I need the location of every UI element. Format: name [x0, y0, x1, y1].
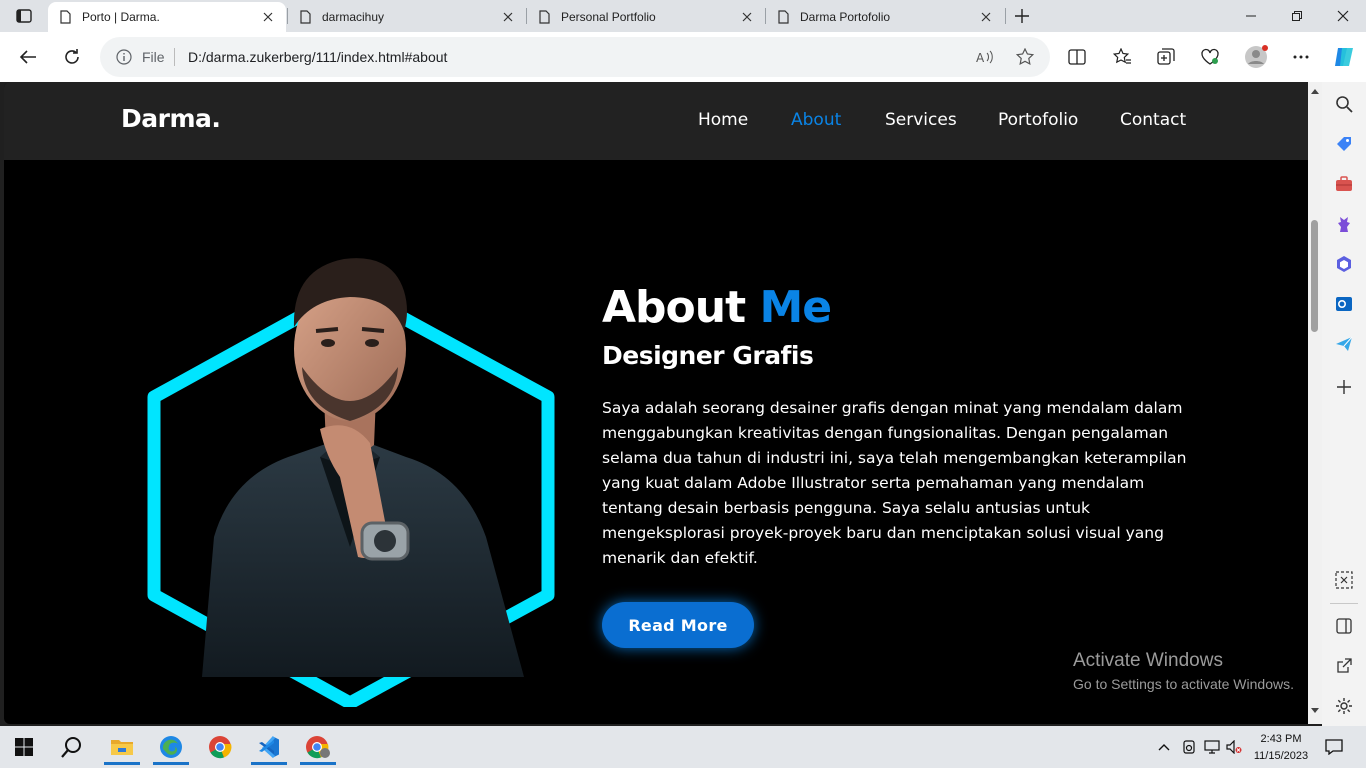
- about-heading-accent: Me: [759, 282, 832, 333]
- nav-portofolio[interactable]: Portofolio: [998, 110, 1078, 130]
- edge-sidebar: [1322, 82, 1366, 726]
- tab-divider: [1005, 8, 1006, 24]
- drop-send-icon[interactable]: [1332, 332, 1356, 356]
- close-icon[interactable]: [500, 9, 516, 25]
- clock-date: 11/15/2023: [1253, 750, 1309, 762]
- vscode-icon[interactable]: [249, 729, 289, 765]
- scroll-down-icon[interactable]: [1311, 708, 1319, 714]
- tab-strip: Porto | Darma. darmacihuy Personal Portf…: [0, 0, 1366, 32]
- open-external-icon[interactable]: [1332, 654, 1356, 678]
- tab-title: Porto | Darma.: [82, 10, 160, 24]
- close-icon[interactable]: [739, 9, 755, 25]
- page-viewport: Darma. Home About Services Portofolio Co…: [4, 82, 1308, 724]
- start-windows-icon[interactable]: [4, 729, 44, 765]
- chrome-icon[interactable]: [200, 729, 240, 765]
- more-options-icon[interactable]: [1285, 41, 1317, 73]
- sidebar-divider: [1330, 603, 1358, 604]
- copilot-icon[interactable]: [1328, 41, 1360, 73]
- clock-time: 2:43 PM: [1260, 733, 1302, 745]
- page-icon: [60, 10, 71, 24]
- restore-icon[interactable]: [1274, 0, 1320, 32]
- site-header: Darma. Home About Services Portofolio Co…: [4, 82, 1308, 160]
- system-clock[interactable]: 2:43 PM 11/15/2023: [1248, 731, 1314, 765]
- notifications-icon[interactable]: [1325, 738, 1343, 756]
- favorite-star-icon[interactable]: [1015, 47, 1035, 67]
- address-divider: [174, 48, 175, 66]
- back-icon[interactable]: [12, 41, 44, 73]
- close-window-icon[interactable]: [1320, 0, 1366, 32]
- tab-title: Personal Portfolio: [561, 10, 656, 24]
- page-icon: [300, 10, 311, 24]
- url-text[interactable]: D:/darma.zukerberg/111/index.html#about: [188, 49, 447, 65]
- about-heading: About Me: [602, 282, 832, 333]
- file-explorer-icon[interactable]: [102, 729, 142, 765]
- tab-darma-portofolio[interactable]: Darma Portofolio: [766, 2, 1004, 32]
- minimize-icon[interactable]: [1228, 0, 1274, 32]
- network-icon[interactable]: [1204, 739, 1220, 755]
- address-bar[interactable]: File D:/darma.zukerberg/111/index.html#a…: [100, 37, 1050, 77]
- edge-browser-icon[interactable]: [151, 729, 191, 765]
- collections-icon[interactable]: [1150, 41, 1182, 73]
- games-icon[interactable]: [1332, 212, 1356, 236]
- settings-gear-icon[interactable]: [1332, 694, 1356, 718]
- tab-title: Darma Portofolio: [800, 10, 891, 24]
- about-subtitle: Designer Grafis: [602, 341, 814, 370]
- scroll-thumb[interactable]: [1311, 220, 1318, 332]
- new-tab-icon[interactable]: [1010, 4, 1034, 28]
- watermark-subtitle: Go to Settings to activate Windows.: [1073, 676, 1294, 692]
- search-icon[interactable]: [1332, 92, 1356, 116]
- watermark-title: Activate Windows: [1073, 650, 1223, 671]
- volume-muted-icon[interactable]: [1226, 739, 1242, 755]
- close-icon[interactable]: [260, 9, 276, 25]
- tab-darmacihuy[interactable]: darmacihuy: [288, 2, 526, 32]
- refresh-icon[interactable]: [56, 41, 88, 73]
- read-more-button[interactable]: Read More: [602, 602, 754, 648]
- outlook-icon[interactable]: [1332, 292, 1356, 316]
- close-icon[interactable]: [978, 9, 994, 25]
- nav-home[interactable]: Home: [698, 110, 748, 130]
- profile-photo: [147, 258, 555, 707]
- page-scrollbar[interactable]: [1308, 82, 1322, 724]
- tab-personal-portfolio[interactable]: Personal Portfolio: [527, 2, 765, 32]
- scroll-up-icon[interactable]: [1311, 88, 1319, 94]
- search-icon[interactable]: [52, 729, 92, 765]
- about-heading-main: About: [602, 282, 760, 333]
- site-logo[interactable]: Darma.: [121, 104, 221, 133]
- split-screen-icon[interactable]: [1061, 41, 1093, 73]
- device-icon[interactable]: [1181, 739, 1197, 755]
- svg-text:A: A: [976, 51, 985, 64]
- about-paragraph: Saya adalah seorang desainer grafis deng…: [602, 399, 1187, 567]
- activate-windows-watermark: Activate Windows Go to Settings to activ…: [1073, 650, 1294, 692]
- tab-title: darmacihuy: [322, 10, 385, 24]
- tools-icon[interactable]: [1332, 172, 1356, 196]
- nav-services[interactable]: Services: [885, 110, 957, 130]
- nav-contact[interactable]: Contact: [1120, 110, 1186, 130]
- add-sidebar-app-icon[interactable]: [1332, 375, 1356, 399]
- browser-essentials-icon[interactable]: [1194, 41, 1226, 73]
- favorites-icon[interactable]: [1106, 41, 1138, 73]
- screenshot-icon[interactable]: [1332, 568, 1356, 592]
- tab-porto-darma[interactable]: Porto | Darma.: [48, 2, 286, 32]
- chrome-profile-icon[interactable]: [298, 729, 338, 765]
- page-icon: [778, 10, 789, 24]
- shopping-tag-icon[interactable]: [1332, 132, 1356, 156]
- show-hidden-icons-chevron-icon[interactable]: [1156, 739, 1172, 755]
- scheme-label: File: [142, 49, 165, 65]
- read-aloud-icon[interactable]: A: [975, 47, 995, 67]
- windows-taskbar: 2:43 PM 11/15/2023: [0, 726, 1366, 768]
- nav-about[interactable]: About: [791, 110, 841, 130]
- hide-sidebar-icon[interactable]: [1332, 614, 1356, 638]
- profile-avatar-icon[interactable]: [1240, 41, 1272, 73]
- page-icon: [539, 10, 550, 24]
- info-icon[interactable]: [116, 49, 132, 65]
- browser-toolbar: File D:/darma.zukerberg/111/index.html#a…: [0, 32, 1366, 82]
- tab-actions-icon[interactable]: [8, 4, 40, 28]
- microsoft-365-icon[interactable]: [1332, 252, 1356, 276]
